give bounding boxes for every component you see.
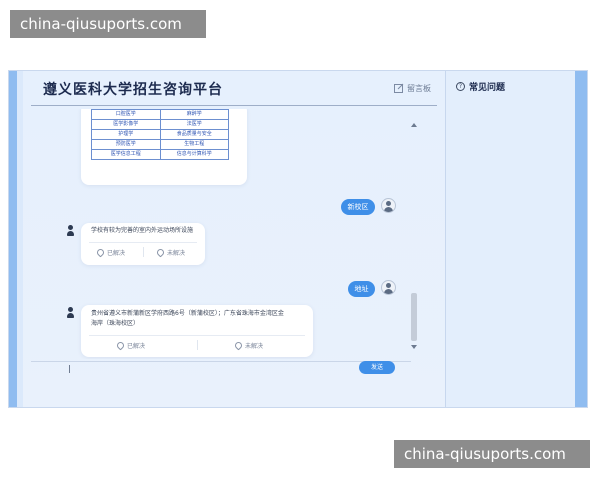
help-icon: ? [456,82,465,91]
bot-answer-text-line-1: 贵州省遵义市新蒲新区学府西路6号（新蒲校区）；广东省珠海市金湾区金 [91,310,284,317]
table-row: 医学信息工程 信息与计算科学 [91,149,229,160]
unresolved-button[interactable]: 未解决 [233,340,264,351]
unresolved-button[interactable]: 未解决 [155,247,186,258]
message-input-caret[interactable] [69,365,70,373]
watermark-bottom: china-qiusuports.com [394,440,590,468]
resolved-label: 已解决 [107,250,126,257]
table-row: 预防医学 生物工程 [91,139,229,150]
table-row: 医学影像学 法医学 [91,119,229,130]
table-cell: 医学影像学 [91,119,161,130]
faq-panel: ? 常见问题 [445,71,576,407]
bot-answer-text-line-2: 海岸（珠海校区） [91,320,140,327]
chat-panel: 遵义医科大学招生咨询平台 留言板 口腔医学 麻醉学 医学影像学 法医学 护理学 … [23,71,445,407]
user-message-bubble: 新校区 [341,199,375,215]
table-cell: 口腔医学 [91,109,161,120]
feedback-separator [143,247,144,257]
watermark-top: china-qiusuports.com [10,10,206,38]
table-row: 护理学 食品质量与安全 [91,129,229,140]
right-edge-strip [575,71,587,407]
faq-header: ? 常见问题 [456,80,505,93]
thumbs-up-icon [95,247,106,258]
message-board-link[interactable]: 留言板 [394,83,431,94]
resolved-button[interactable]: 已解决 [115,340,146,351]
left-edge-strip [9,71,17,407]
majors-table: 口腔医学 麻醉学 医学影像学 法医学 护理学 食品质量与安全 预防医学 生物工程 [91,109,229,160]
bot-answer-card-majors: 口腔医学 麻醉学 医学影像学 法医学 护理学 食品质量与安全 预防医学 生物工程 [81,109,247,185]
card-divider [89,242,197,243]
user-avatar [381,280,396,295]
bot-answer-card: 学校有较为完善的室内外运动场所设施 已解决 未解决 [81,223,205,265]
scroll-down-arrow-icon[interactable] [411,345,417,349]
feedback-separator [197,340,198,350]
faq-title: 常见问题 [469,83,506,93]
message-list[interactable]: 口腔医学 麻醉学 医学影像学 法医学 护理学 食品质量与安全 预防医学 生物工程 [23,109,409,359]
site-title: 遵义医科大学招生咨询平台 [43,82,223,98]
user-message-bubble: 地址 [348,281,375,297]
table-row: 口腔医学 麻醉学 [91,109,229,120]
thumbs-up-icon [115,340,126,351]
table-cell: 医学信息工程 [91,149,161,160]
thumbs-down-icon [155,247,166,258]
message-scrollbar[interactable] [411,123,417,349]
bot-answer-text: 学校有较为完善的室内外运动场所设施 [91,227,194,234]
resolved-button[interactable]: 已解决 [95,247,126,258]
message-board-label: 留言板 [407,84,431,93]
send-button[interactable]: 发送 [359,361,395,374]
user-avatar [381,198,396,213]
table-cell: 法医学 [159,119,229,130]
table-cell: 食品质量与安全 [159,129,229,140]
unresolved-label: 未解决 [167,250,186,257]
bot-avatar-icon [67,307,75,319]
table-cell: 护理学 [91,129,161,140]
app-window: 遵义医科大学招生咨询平台 留言板 口腔医学 麻醉学 医学影像学 法医学 护理学 … [8,70,588,408]
resolved-label: 已解决 [127,343,146,350]
table-cell: 生物工程 [159,139,229,150]
scroll-up-arrow-icon[interactable] [411,123,417,127]
table-cell: 信息与计算科学 [159,149,229,160]
unresolved-label: 未解决 [245,343,264,350]
scrollbar-thumb[interactable] [411,293,417,341]
bot-answer-card: 贵州省遵义市新蒲新区学府西路6号（新蒲校区）；广东省珠海市金湾区金 海岸（珠海校… [81,305,313,357]
input-divider [31,361,411,362]
bot-avatar-icon [67,225,75,237]
edit-icon [394,84,403,93]
thumbs-down-icon [233,340,244,351]
card-divider [89,335,305,336]
table-cell: 麻醉学 [159,109,229,120]
table-cell: 预防医学 [91,139,161,150]
title-divider [31,105,437,106]
